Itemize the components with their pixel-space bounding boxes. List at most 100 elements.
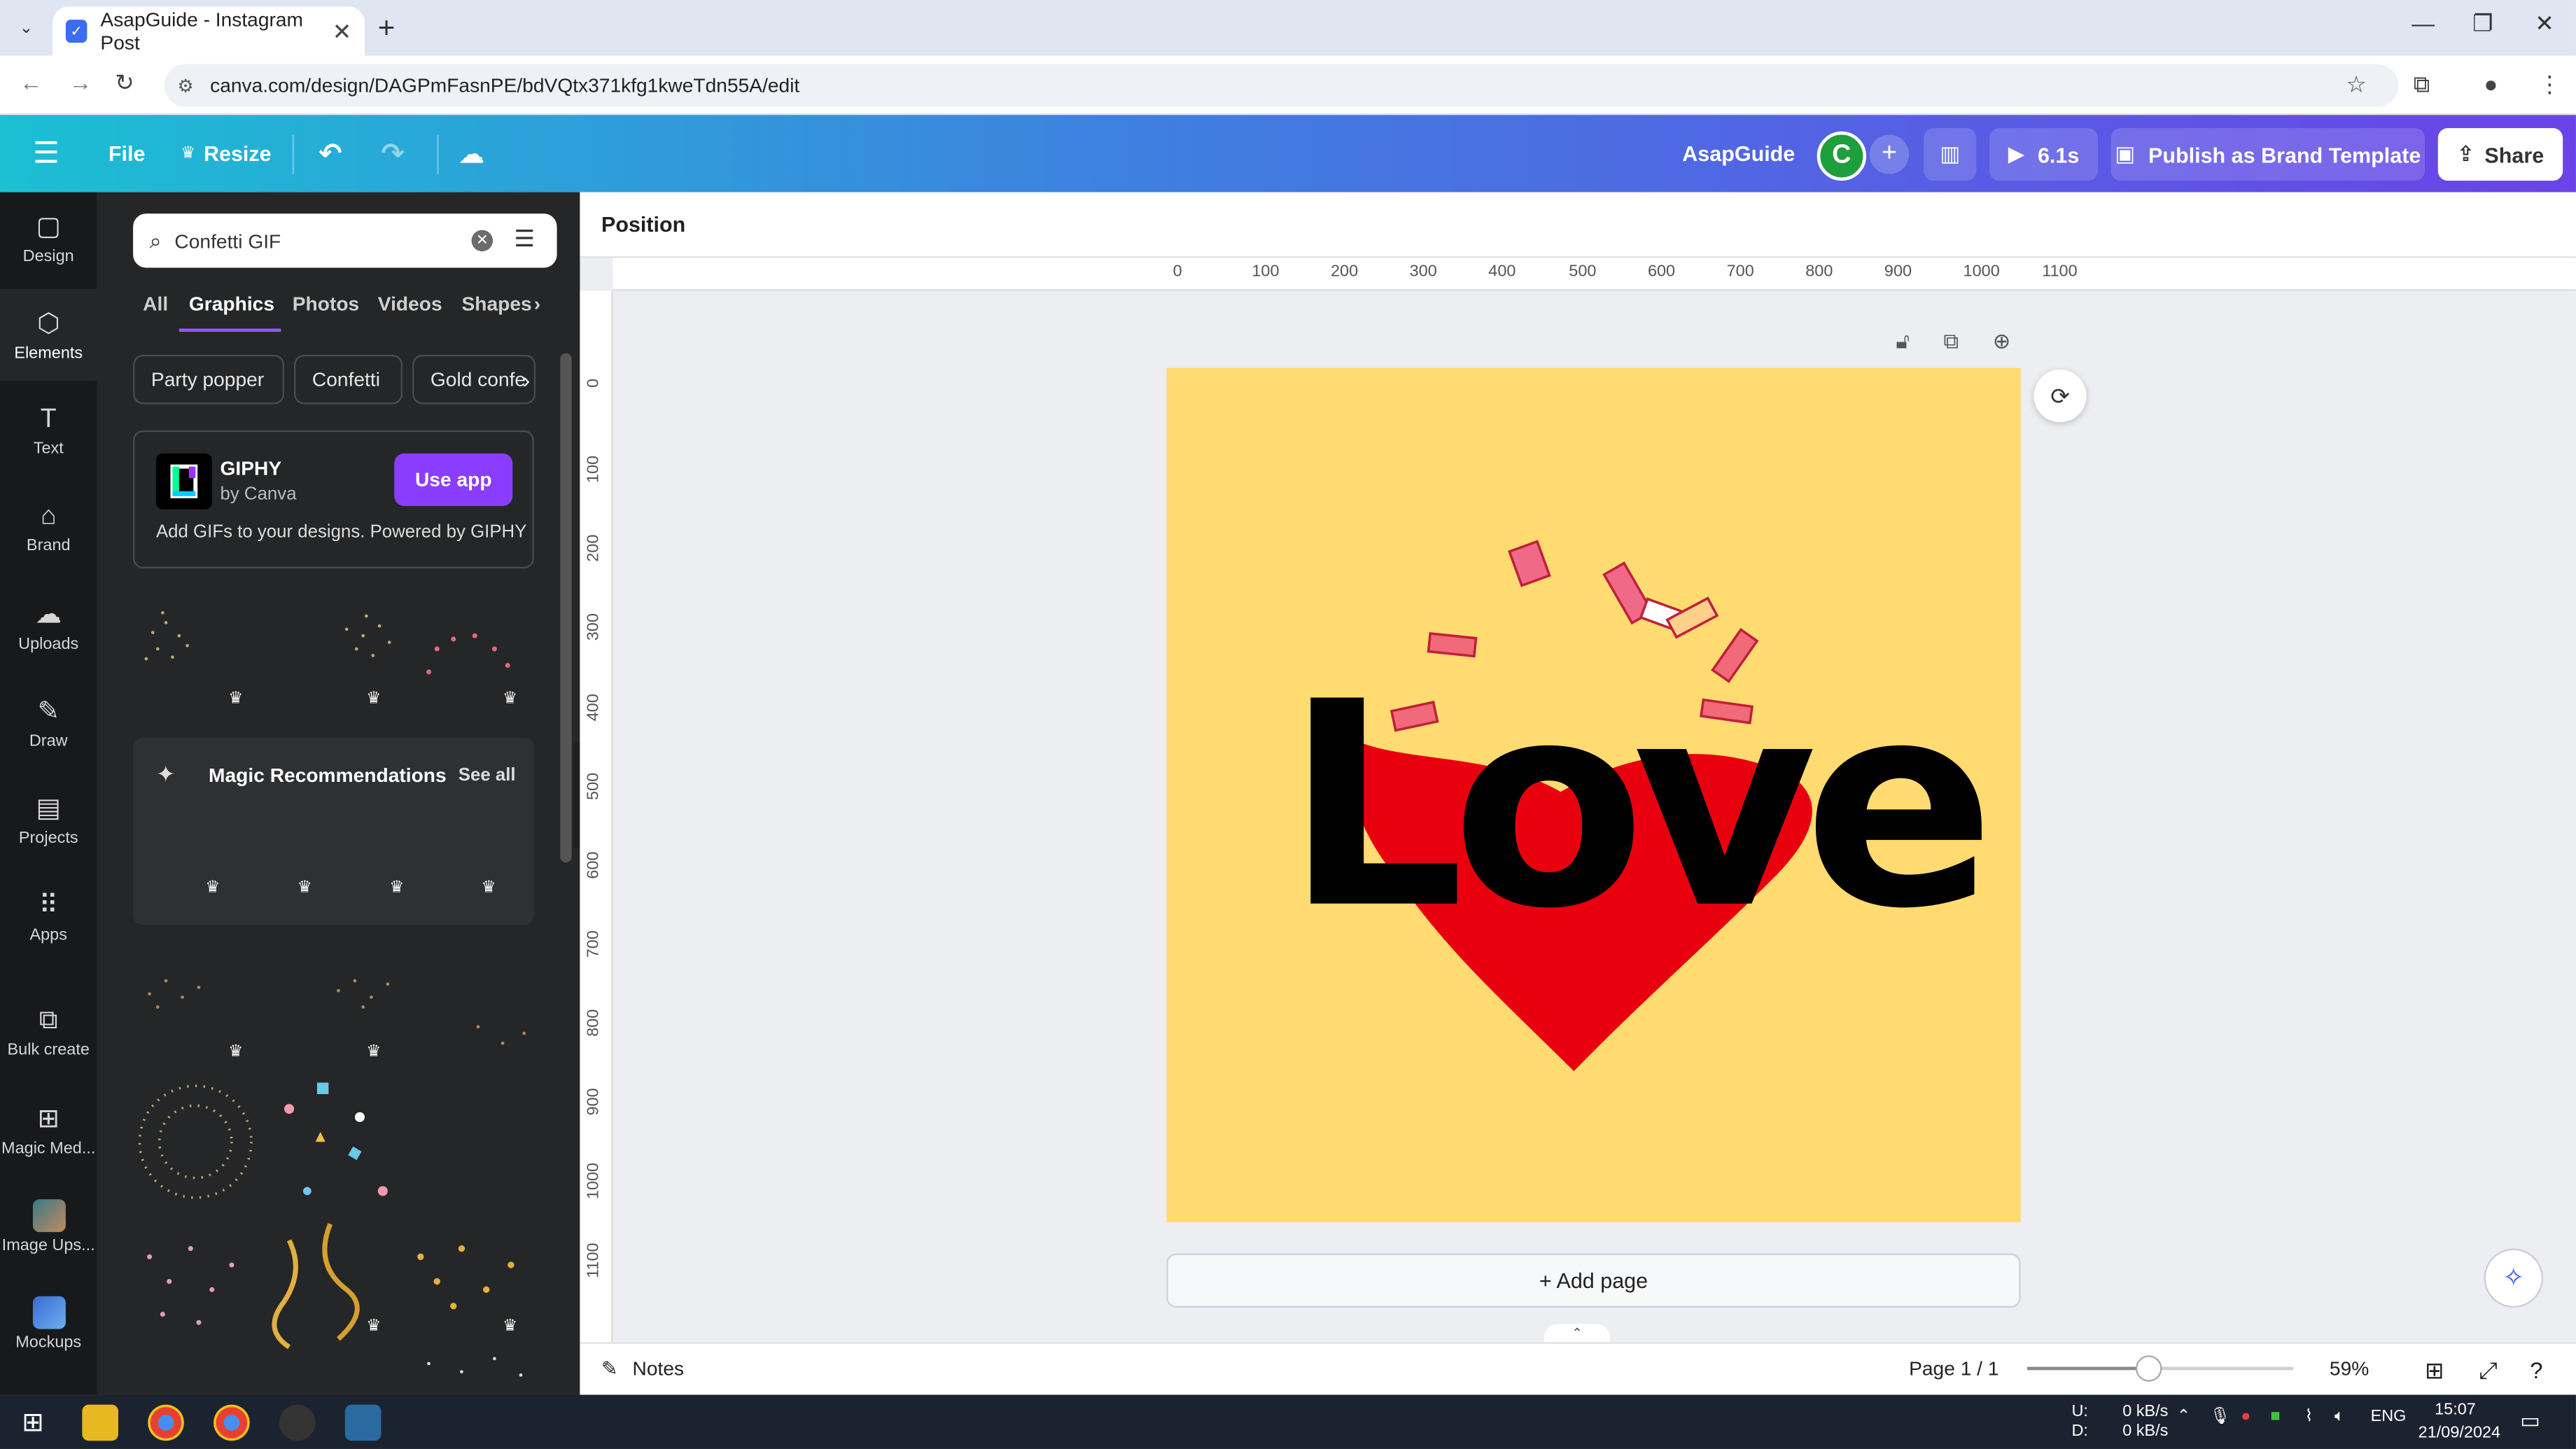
redo-icon[interactable]: ↷ bbox=[381, 115, 404, 192]
notifications-icon[interactable]: ▭ bbox=[2520, 1408, 2540, 1434]
tabs-scroll-right-icon[interactable]: › bbox=[534, 293, 540, 316]
regenerate-icon[interactable]: ⟳ bbox=[2033, 370, 2087, 423]
grid-view-icon[interactable]: ⊞ bbox=[2425, 1357, 2444, 1385]
magic-assistant-icon[interactable]: ✧ bbox=[2484, 1248, 2544, 1308]
duplicate-page-icon[interactable]: ⧉ bbox=[1943, 328, 1959, 355]
premium-crown-icon: ♛ bbox=[389, 878, 405, 897]
add-page-button[interactable]: + Add page bbox=[1166, 1253, 2021, 1308]
tab-videos[interactable]: Videos bbox=[378, 293, 442, 316]
panel-scrollbar[interactable] bbox=[560, 353, 572, 863]
notes-icon[interactable]: ✎ bbox=[601, 1357, 618, 1380]
ruler-tick: 1100 bbox=[584, 1242, 603, 1278]
obs-icon[interactable] bbox=[279, 1404, 316, 1441]
publish-brand-template-button[interactable]: ▣ Publish as Brand Template bbox=[2110, 128, 2426, 181]
undo-icon[interactable]: ↶ bbox=[318, 115, 342, 192]
rail-item-mockups[interactable]: Mockups bbox=[0, 1278, 97, 1370]
chips-scroll-right-icon[interactable]: › bbox=[522, 355, 559, 404]
premium-crown-icon: ♛ bbox=[205, 878, 220, 897]
notes-button[interactable]: Notes bbox=[633, 1357, 685, 1380]
rail-item-text[interactable]: T Text bbox=[0, 386, 97, 478]
rail-item-uploads[interactable]: ☁ Uploads bbox=[0, 580, 97, 671]
invite-plus-icon[interactable]: + bbox=[1869, 134, 1910, 174]
window-close-icon[interactable]: ✕ bbox=[2535, 10, 2554, 38]
main-menu-icon[interactable]: ☰ bbox=[33, 115, 59, 192]
tab-all[interactable]: All bbox=[143, 293, 168, 316]
suggestion-chip[interactable]: Gold confe bbox=[412, 354, 536, 405]
clock-time[interactable]: 15:07 bbox=[2435, 1401, 2476, 1420]
rail-item-bulk-create[interactable]: ⧉ Bulk create bbox=[0, 987, 97, 1079]
url-field[interactable]: ⚙ canva.com/design/DAGPmFasnPE/bdVQtx371… bbox=[164, 64, 2399, 107]
use-app-button[interactable]: Use app bbox=[394, 453, 513, 506]
help-icon[interactable]: ? bbox=[2530, 1357, 2542, 1384]
suggestion-chip[interactable]: Party popper bbox=[133, 354, 285, 405]
rail-item-draw[interactable]: ✎ Draw bbox=[0, 677, 97, 769]
tab-photos[interactable]: Photos bbox=[293, 293, 359, 316]
microphone-icon[interactable]: 🎙︎ bbox=[2210, 1408, 2231, 1426]
wifi-icon[interactable]: ⌇ bbox=[2305, 1408, 2313, 1426]
restore-icon[interactable]: ❐ bbox=[2472, 10, 2493, 38]
bookmark-star-icon[interactable]: ☆ bbox=[2346, 71, 2366, 99]
chrome-icon[interactable] bbox=[214, 1404, 250, 1441]
user-avatar[interactable]: C bbox=[1816, 131, 1867, 181]
windows-start-icon[interactable]: ⊞ bbox=[15, 1405, 51, 1441]
tab-search-chevron-icon[interactable]: ⌄ bbox=[10, 11, 43, 44]
add-page-icon[interactable]: ⊕ bbox=[1993, 328, 2011, 355]
ruler-tick: 300 bbox=[1409, 262, 1437, 281]
tab-close-icon[interactable]: ✕ bbox=[332, 18, 352, 46]
file-explorer-icon[interactable] bbox=[82, 1404, 118, 1441]
rail-item-projects[interactable]: ▤ Projects bbox=[0, 774, 97, 865]
insights-chart-icon[interactable]: ▥ bbox=[1924, 128, 1977, 181]
minimize-icon[interactable]: — bbox=[2412, 10, 2435, 36]
ruler-tick: 1000 bbox=[1963, 262, 2000, 281]
tab-graphics[interactable]: Graphics bbox=[189, 293, 274, 316]
rail-item-image-upscaler[interactable]: Image Ups... bbox=[0, 1181, 97, 1273]
extensions-icon[interactable]: ⧉ bbox=[2414, 71, 2430, 99]
cloud-save-icon[interactable]: ☁ bbox=[458, 115, 485, 192]
sparkle-icon: ✦ bbox=[155, 760, 176, 788]
profile-icon[interactable]: ● bbox=[2484, 71, 2498, 97]
zoom-slider-handle[interactable] bbox=[2135, 1355, 2162, 1382]
rail-item-design[interactable]: ▢ Design bbox=[0, 192, 97, 284]
language-indicator[interactable]: ENG bbox=[2371, 1408, 2407, 1426]
zoom-level[interactable]: 59% bbox=[2330, 1357, 2369, 1380]
volume-icon[interactable]: 🔈︎ bbox=[2334, 1408, 2344, 1426]
rail-item-elements[interactable]: ⬡ Elements bbox=[0, 289, 97, 382]
show-pages-chevron-icon[interactable]: ⌃ bbox=[1544, 1324, 1610, 1343]
present-button[interactable]: ▶ 6.1s bbox=[1989, 128, 2098, 181]
file-menu-button[interactable]: File bbox=[108, 115, 146, 192]
clear-search-icon[interactable]: ✕ bbox=[471, 230, 493, 252]
position-button[interactable]: Position bbox=[601, 212, 685, 237]
rail-item-apps[interactable]: ⠿ Apps bbox=[0, 871, 97, 962]
app-icon[interactable] bbox=[344, 1404, 382, 1441]
new-tab-icon[interactable]: + bbox=[378, 11, 396, 46]
search-input[interactable]: ⌕ Confetti GIF ✕ ☰ bbox=[133, 214, 557, 268]
page-indicator[interactable]: Page 1 / 1 bbox=[1909, 1357, 1998, 1380]
nvidia-icon[interactable]: ■ bbox=[2270, 1408, 2280, 1426]
record-icon[interactable]: ● bbox=[2241, 1408, 2250, 1426]
header-divider bbox=[292, 134, 295, 174]
header-divider bbox=[437, 134, 439, 174]
lock-icon[interactable]: 🔓︎ bbox=[1896, 328, 1910, 355]
brand-name-button[interactable]: AsapGuide bbox=[1682, 115, 1795, 192]
browser-menu-icon[interactable]: ⋮ bbox=[2538, 71, 2561, 99]
filter-icon[interactable]: ☰ bbox=[514, 225, 535, 253]
tab-shapes[interactable]: Shapes bbox=[461, 293, 531, 316]
back-icon[interactable]: ← bbox=[20, 69, 43, 96]
rail-item-brand[interactable]: ⌂ Brand bbox=[0, 483, 97, 575]
chrome-icon[interactable] bbox=[148, 1404, 184, 1441]
resize-button[interactable]: ♛ Resize bbox=[181, 115, 271, 192]
design-canvas[interactable]: Love bbox=[1166, 368, 2021, 1223]
suggestion-chip[interactable]: Confetti bbox=[294, 354, 402, 405]
tray-chevron-icon[interactable]: ⌃ bbox=[2177, 1408, 2191, 1426]
browser-tab[interactable]: ✓ AsapGuide - Instagram Post ✕ bbox=[52, 6, 365, 56]
reload-icon[interactable]: ↻ bbox=[115, 69, 134, 97]
rail-item-magic-media[interactable]: ⊞ Magic Med... bbox=[0, 1084, 97, 1176]
site-info-icon[interactable]: ⚙ bbox=[177, 75, 193, 96]
forward-icon[interactable]: → bbox=[69, 69, 92, 96]
fullscreen-icon[interactable]: ⤢ bbox=[2479, 1357, 2497, 1385]
clock-date[interactable]: 21/09/2024 bbox=[2418, 1424, 2500, 1443]
bulk-create-icon: ⧉ bbox=[38, 1007, 58, 1035]
share-icon: ⇪ bbox=[2456, 141, 2475, 167]
share-button[interactable]: ⇪ Share bbox=[2437, 128, 2563, 181]
see-all-link[interactable]: See all bbox=[458, 766, 516, 785]
